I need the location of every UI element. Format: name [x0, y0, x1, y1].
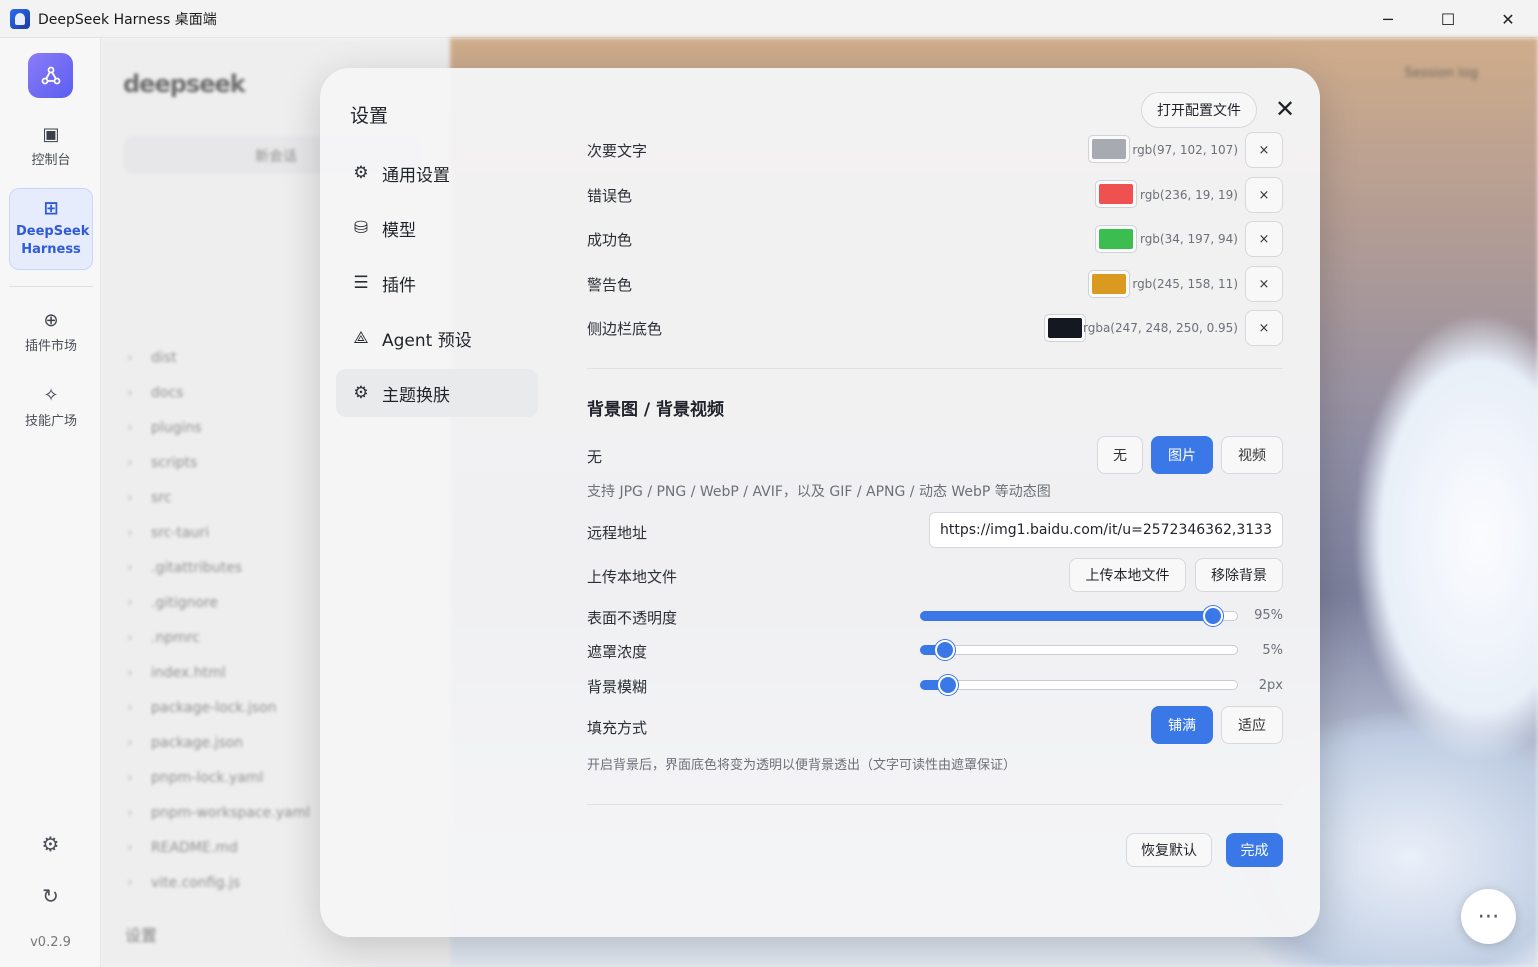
color-reset-button[interactable]: × [1245, 310, 1283, 346]
rail-item-label: 插件市场 [24, 339, 77, 354]
nav-plugins[interactable]: ☰ 插件 [336, 259, 538, 307]
network-icon [41, 66, 60, 84]
color-label: 警告色 [587, 276, 633, 294]
version-label: v0.2.9 [30, 935, 71, 950]
gear-icon: ⚙ [353, 383, 369, 403]
close-window-button[interactable]: ✕ [1478, 0, 1538, 38]
divider [587, 804, 1283, 805]
nav-model[interactable]: ⛁ 模型 [336, 204, 538, 252]
done-button[interactable]: 完成 [1226, 833, 1283, 867]
slider-thumb[interactable] [937, 675, 958, 695]
color-swatch[interactable] [1088, 135, 1130, 163]
color-value: rgb(236, 19, 19) [1139, 188, 1238, 202]
rail-item-label: 技能广场 [24, 414, 77, 429]
left-rail: ▣ 控制台 ⊞ DeepSeek Harness ⊕ 插件市场 ✧ 技能广场 ⚙… [0, 38, 101, 967]
color-label: 次要文字 [587, 142, 648, 160]
color-value: rgb(97, 102, 107) [1132, 143, 1238, 157]
color-reset-button[interactable]: × [1245, 132, 1283, 168]
more-icon: ⋯ [1477, 904, 1500, 929]
database-icon: ⛁ [353, 218, 369, 238]
color-swatch[interactable] [1095, 180, 1137, 208]
refresh-icon: ↻ [42, 884, 59, 908]
formats-hint: 支持 JPG / PNG / WebP / AVIF，以及 GIF / APNG… [587, 484, 1051, 500]
bg-mode-label: 无 [587, 448, 603, 466]
restore-defaults-button[interactable]: 恢复默认 [1126, 833, 1212, 867]
nav-label: 插件 [382, 275, 416, 296]
rail-item-label: 控制台 [31, 153, 71, 168]
app-icon [10, 8, 30, 29]
slider-thumb[interactable] [1203, 606, 1224, 626]
slider-label: 遮罩浓度 [587, 643, 648, 661]
color-swatch[interactable] [1044, 314, 1086, 342]
harness-icon: ⊞ [43, 198, 59, 219]
color-label: 错误色 [587, 187, 633, 205]
rail-item-harness[interactable]: ⊞ DeepSeek Harness [9, 188, 93, 270]
nav-label: 模型 [382, 220, 416, 241]
remote-url-label: 远程地址 [587, 524, 648, 542]
settings-dialog: 设置 ⚙ 通用设置 ⛁ 模型 ☰ 插件 ⟁ Agent 预设 ⚙ 主题换肤 打开… [320, 68, 1320, 937]
upload-file-button[interactable]: 上传本地文件 [1069, 558, 1186, 592]
slider-value: 2px [1258, 678, 1283, 693]
rail-divider [9, 286, 93, 287]
footer-hint: 开启背景后，界面底色将变为透明以便背景透出（文字可读性由遮罩保证） [587, 758, 1017, 773]
color-label: 成功色 [587, 231, 633, 249]
rail-item-plugin-market[interactable]: ⊕ 插件市场 [9, 310, 93, 354]
nav-general[interactable]: ⚙ 通用设置 [336, 149, 538, 197]
sliders-icon: ☰ [353, 273, 369, 293]
color-value: rgb(34, 197, 94) [1139, 232, 1238, 246]
refresh-button[interactable]: ↻ [0, 884, 101, 908]
rail-item-skills[interactable]: ✧ 技能广场 [9, 385, 93, 429]
nav-label: 通用设置 [382, 165, 450, 186]
minimize-button[interactable]: ─ [1358, 0, 1418, 38]
bg-mode-video-button[interactable]: 视频 [1221, 436, 1283, 474]
rail-item-console[interactable]: ▣ 控制台 [9, 124, 93, 168]
section-title: 背景图 / 背景视频 [587, 400, 725, 420]
plugin-market-icon: ⊕ [43, 310, 59, 331]
window-title: DeepSeek Harness 桌面端 [38, 11, 217, 28]
slider-value: 95% [1254, 608, 1283, 623]
color-value: rgb(245, 158, 11) [1132, 277, 1238, 291]
color-label: 侧边栏底色 [587, 320, 663, 338]
nav-agent-presets[interactable]: ⟁ Agent 预设 [336, 314, 538, 362]
color-swatch[interactable] [1095, 225, 1137, 253]
gear-icon: ⚙ [41, 832, 60, 856]
maximize-button[interactable]: ☐ [1418, 0, 1478, 38]
agent-icon: ⟁ [353, 328, 369, 348]
nav-theme[interactable]: ⚙ 主题换肤 [336, 369, 538, 417]
divider [587, 368, 1283, 369]
nav-label: Agent 预设 [382, 330, 472, 351]
more-actions-button[interactable]: ⋯ [1461, 889, 1516, 944]
nav-label: 主题换肤 [382, 385, 450, 406]
fill-contain-button[interactable]: 适应 [1221, 706, 1283, 744]
slider-label: 表面不透明度 [587, 609, 678, 627]
color-swatch[interactable] [1088, 270, 1130, 298]
color-reset-button[interactable]: × [1245, 177, 1283, 213]
color-reset-button[interactable]: × [1245, 221, 1283, 257]
fill-mode-label: 填充方式 [587, 719, 648, 737]
opacity-slider[interactable] [920, 606, 1238, 626]
app-logo-button[interactable] [28, 53, 73, 98]
bg-mode-none-button[interactable]: 无 [1097, 436, 1143, 474]
theme-settings-panel: 次要文字 rgb(97, 102, 107) × 错误色 rgb(236, 19… [587, 68, 1283, 937]
title-bar: DeepSeek Harness 桌面端 ─ ☐ ✕ [0, 0, 1538, 38]
settings-gear-button[interactable]: ⚙ [0, 832, 101, 856]
window-controls: ─ ☐ ✕ [1358, 0, 1538, 38]
color-reset-button[interactable]: × [1245, 266, 1283, 302]
blur-slider[interactable] [920, 675, 1238, 695]
rail-item-label: DeepSeek Harness [16, 224, 90, 257]
sparkle-icon: ✧ [43, 385, 59, 406]
slider-label: 背景模糊 [587, 678, 648, 696]
remote-url-input[interactable] [929, 512, 1283, 548]
fill-cover-button[interactable]: 铺满 [1151, 706, 1213, 744]
upload-label: 上传本地文件 [587, 568, 678, 586]
mask-slider[interactable] [920, 640, 1238, 660]
remove-background-button[interactable]: 移除背景 [1195, 558, 1283, 592]
color-value: rgba(247, 248, 250, 0.95) [1083, 321, 1238, 335]
gear-icon: ⚙ [353, 163, 369, 183]
slider-thumb[interactable] [934, 640, 955, 660]
dialog-title: 设置 [350, 105, 389, 127]
bg-mode-image-button[interactable]: 图片 [1151, 436, 1213, 474]
terminal-icon: ▣ [42, 124, 60, 145]
slider-value: 5% [1262, 643, 1283, 658]
